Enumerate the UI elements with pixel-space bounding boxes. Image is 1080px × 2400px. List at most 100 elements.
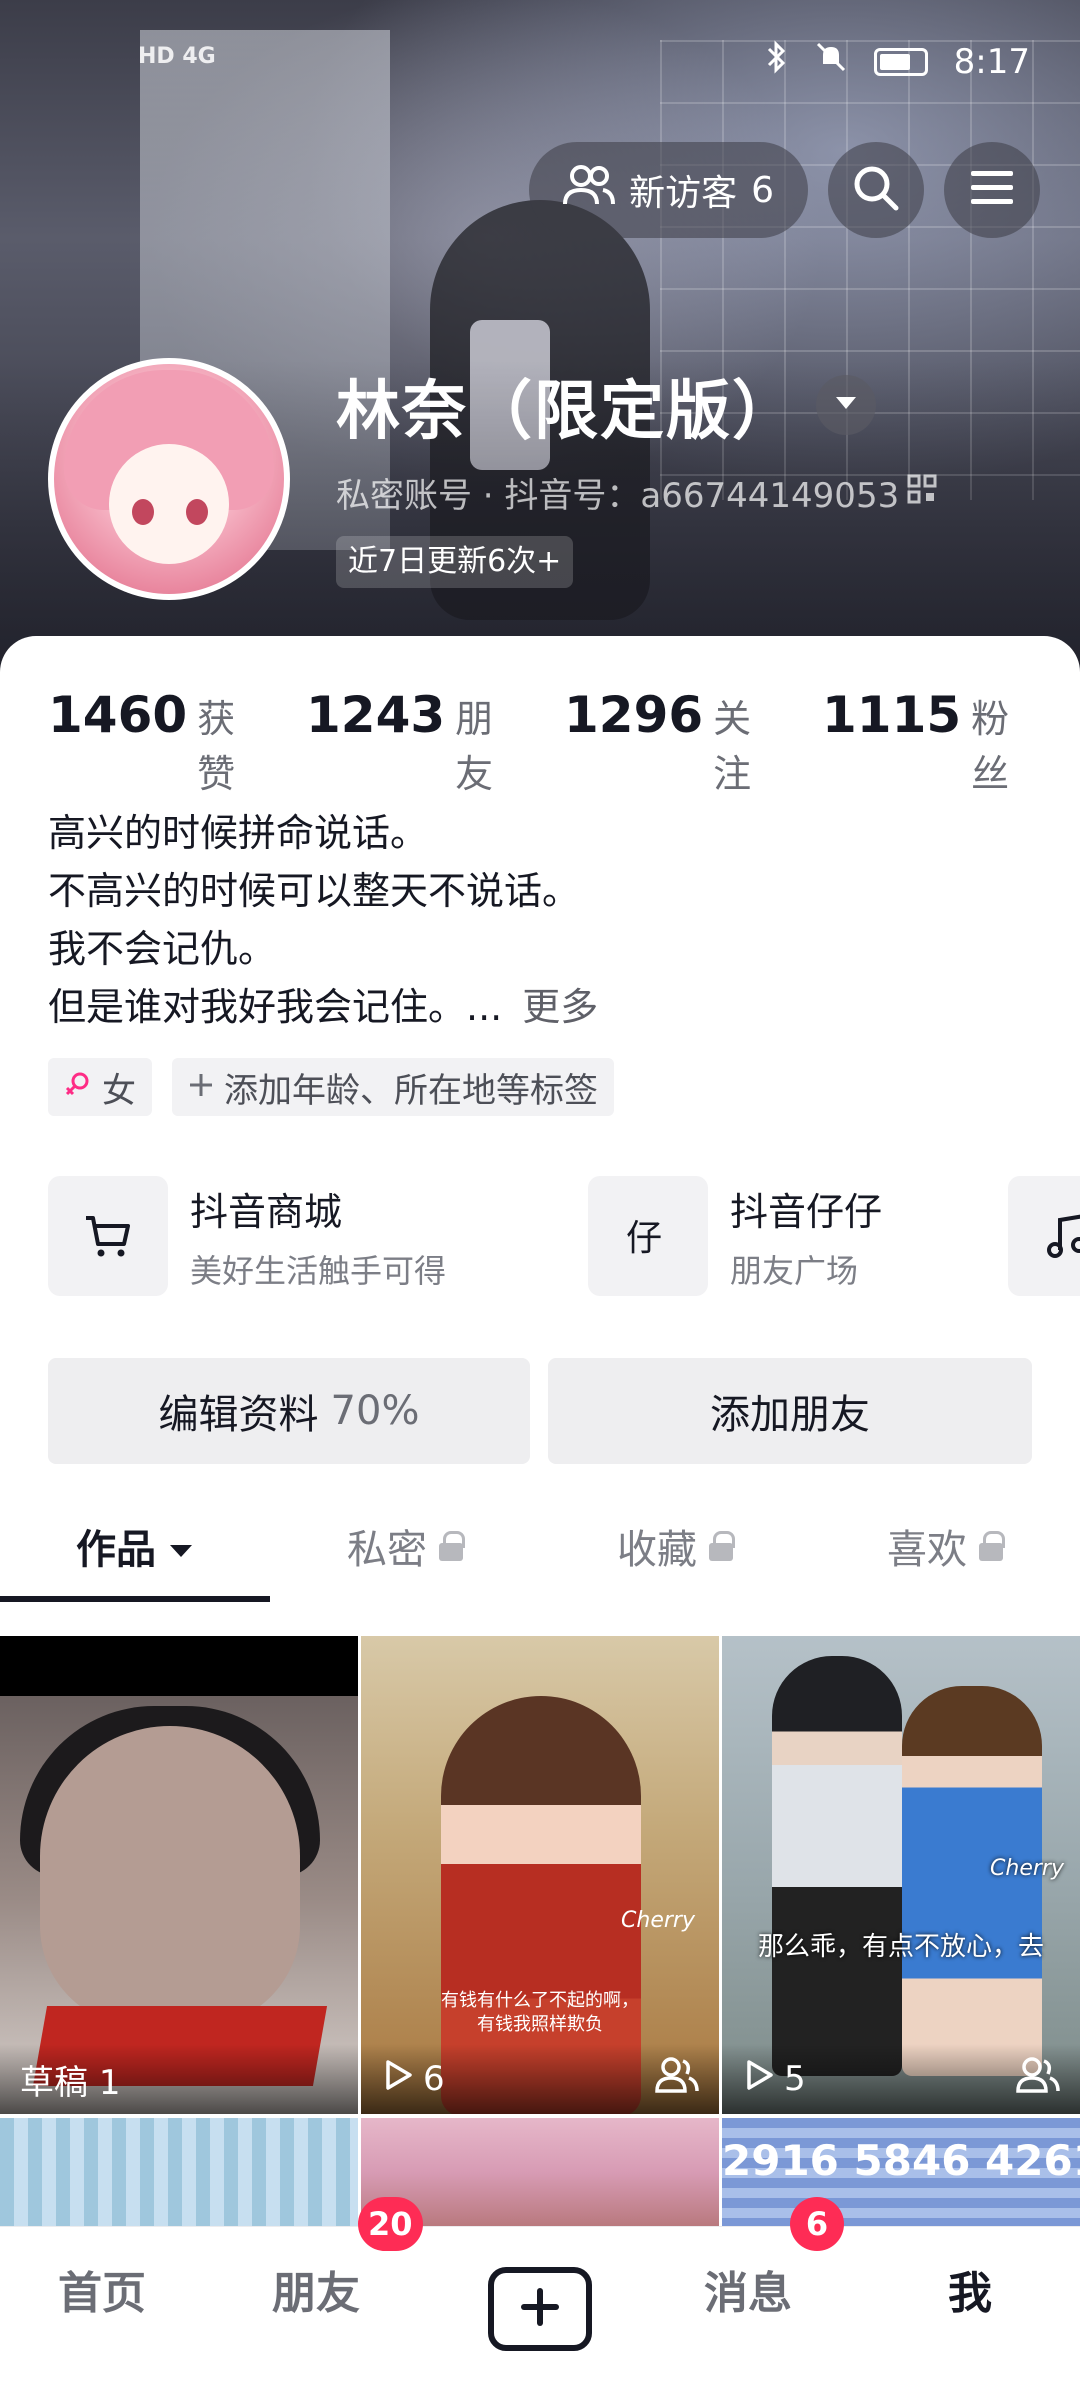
content-tabs: 作品 私密 收藏 喜欢 [0,1490,1080,1602]
thumb-subtitle: 那么乖，有点不放心，去 [757,1932,1044,1962]
play-icon [742,2058,776,2101]
top-actions: 新访客 6 [529,140,1040,240]
service-mall-title: 抖音商城 [190,1189,343,1234]
bio-line: 不高兴的时候可以整天不说话。 [48,869,581,913]
gender-tag[interactable]: 女 [48,1058,152,1116]
tab-likes[interactable]: 喜欢 [810,1490,1080,1602]
tile-footer: 6 [361,2044,719,2114]
new-visitors-button[interactable]: 新访客 6 [529,142,808,238]
menu-button[interactable] [944,142,1040,238]
gender-label: 女 [102,1070,136,1111]
tab-works-label: 作品 [76,1527,156,1573]
play-count-value: 5 [784,2059,806,2099]
bio-line: 高兴的时候拼命说话。 [48,811,429,855]
battery-icon [873,47,928,76]
lock-icon [709,1531,735,1561]
visitor-count: 6 [751,169,774,211]
video-tile-draft[interactable]: 草稿 1 [0,1636,358,2114]
tile-footer: 草稿 1 [0,2044,358,2114]
action-buttons: 编辑资料 70% 添加朋友 [48,1358,1032,1464]
thumb-face [40,1726,300,2026]
service-zaizai[interactable]: 仔 抖音仔仔 朋友广场 [588,1176,882,1296]
account-switch-button[interactable] [816,375,876,435]
nav-me[interactable]: 我 [948,2257,992,2321]
draft-count: 1 [98,2062,121,2103]
visitors-icon [563,164,616,217]
qr-code-icon [907,473,937,513]
account-line[interactable]: 私密账号 · 抖音号：a66744149053 [336,468,937,517]
play-icon [381,2058,415,2101]
friends-badge: 20 [358,2197,423,2251]
clock: 8:17 [953,41,1030,82]
tags-row: 女 添加年龄、所在地等标签 [48,1058,614,1116]
tab-favorites[interactable]: 收藏 [540,1490,810,1602]
nav-messages[interactable]: 消息 [704,2257,792,2321]
thumb-watermark: Cherry [621,1908,695,1933]
stat-friends[interactable]: 1243 朋友 [306,686,514,798]
tab-works[interactable]: 作品 [0,1490,270,1602]
avatar-face [109,444,229,564]
tab-private[interactable]: 私密 [270,1490,540,1602]
tab-favorites-label: 收藏 [617,1527,697,1573]
friends-visible-icon [1016,2056,1060,2103]
service-music[interactable] [1008,1176,1080,1296]
play-count: 6 [381,2058,445,2101]
play-count-value: 6 [423,2059,445,2099]
triangle-down-icon [168,1523,194,1569]
video-tile[interactable]: Cherry 有钱有什么了不起的啊， 有钱我照样欺负 6 [361,1636,719,2114]
bio[interactable]: 高兴的时候拼命说话。 不高兴的时候可以整天不说话。 我不会记仇。 但是谁对我好我… [48,804,598,1036]
visitor-label: 新访客 [629,173,738,214]
female-icon [64,1067,92,1107]
video-tile[interactable] [0,2118,358,2228]
bio-more-link[interactable]: 更多 [522,985,598,1029]
avatar-eye-left [132,499,154,525]
stat-following[interactable]: 1296 关注 [564,686,772,798]
bio-line: 但是谁对我好我会记住。... [48,985,503,1029]
search-icon [851,163,901,217]
search-button[interactable] [828,142,924,238]
status-bar: HD 4G 8:17 [0,40,1080,90]
add-friend-label: 添加朋友 [710,1392,870,1438]
service-mall-subtitle: 美好生活触手可得 [190,1251,447,1290]
messages-badge: 6 [790,2197,844,2251]
service-mall[interactable]: 抖音商城 美好生活触手可得 [48,1176,446,1296]
profile-page: HD 4G 8:17 新访客 6 林奈（限定版） 私密账号 · 抖音号：a667… [0,0,1080,2400]
thumb-subtitle: 有钱我照样欺负 [477,2014,603,2035]
bluetooth-icon [766,40,788,83]
friends-visible-icon [655,2056,699,2103]
create-button[interactable] [488,2267,592,2351]
avatar[interactable] [48,358,290,600]
stat-followers-num: 1115 [822,686,962,744]
thumb-watermark: Cherry [990,1856,1064,1881]
lock-icon [979,1531,1005,1561]
add-friend-button[interactable]: 添加朋友 [548,1358,1032,1464]
add-tags-button[interactable]: 添加年龄、所在地等标签 [172,1058,614,1116]
bio-line-last: 但是谁对我好我会记住。... 更多 [48,978,598,1036]
edit-profile-button[interactable]: 编辑资料 70% [48,1358,530,1464]
video-tile[interactable]: Cherry 那么乖，有点不放心，去 5 [722,1636,1080,2114]
play-count: 5 [742,2058,806,2101]
bio-line: 我不会记仇。 [48,927,277,971]
stat-following-label: 关注 [713,697,752,796]
stat-followers[interactable]: 1115 粉丝 [822,686,1030,798]
stat-friends-num: 1243 [306,686,446,744]
nav-friends[interactable]: 朋友 [272,2257,360,2321]
stats-row: 1460 获赞 1243 朋友 1296 关注 1115 粉丝 [48,686,1080,798]
network-indicator: HD 4G [138,44,216,69]
stat-likes[interactable]: 1460 获赞 [48,686,256,798]
stat-friends-label: 朋友 [455,697,494,796]
services-row: 抖音商城 美好生活触手可得 仔 抖音仔仔 朋友广场 [48,1176,1080,1296]
lock-icon [439,1531,465,1561]
update-frequency-badge: 近7日更新6次+ [336,536,574,588]
profile-name[interactable]: 林奈（限定版） [336,360,798,452]
nav-home[interactable]: 首页 [58,2257,146,2321]
mute-bell-icon [814,40,848,83]
tab-private-label: 私密 [347,1527,427,1573]
bottom-nav: 首页 朋友 20 消息 6 我 [0,2197,1080,2400]
edit-profile-label: 编辑资料 [158,1392,319,1438]
video-tile[interactable]: 2916 5846 4261 [722,2118,1080,2228]
stat-likes-num: 1460 [48,686,188,744]
zaizai-icon: 仔 [588,1176,708,1296]
cart-icon [48,1176,168,1296]
service-zaizai-title: 抖音仔仔 [730,1189,883,1234]
